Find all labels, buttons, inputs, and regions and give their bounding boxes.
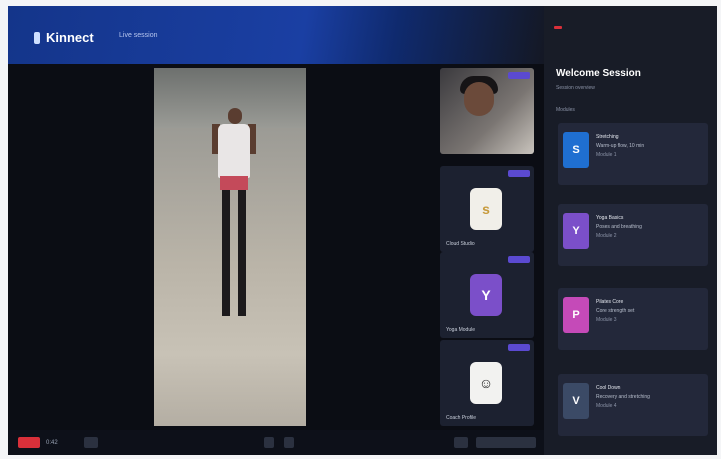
participant-tile[interactable]: s Cloud Studio xyxy=(440,166,534,252)
module-title: Pilates Core xyxy=(596,299,624,305)
participant-badge xyxy=(508,170,530,177)
participant-badge xyxy=(508,256,530,263)
screen-share-icon[interactable] xyxy=(284,437,294,448)
yoga-app-icon: Y xyxy=(470,274,502,316)
module-description: Core strength set xyxy=(596,308,635,314)
module-description: Warm-up flow, 10 min xyxy=(596,143,645,149)
panel-title: Welcome Session xyxy=(556,68,641,79)
participant-name: Yoga Module xyxy=(446,327,476,333)
top-bar: Kinnect Live session xyxy=(8,6,544,64)
cloud-app-icon: s xyxy=(470,188,502,230)
module-card[interactable]: Y Yoga Basics Poses and breathing Module… xyxy=(558,204,708,266)
module-meta: Module 3 xyxy=(596,317,617,323)
module-meta: Module 4 xyxy=(596,403,617,409)
module-card[interactable]: S Stretching Warm-up flow, 10 min Module… xyxy=(558,123,708,185)
module-card[interactable]: P Pilates Core Core strength set Module … xyxy=(558,288,708,350)
section-label: Modules xyxy=(556,107,575,113)
module-meta: Module 2 xyxy=(596,233,617,239)
module-card[interactable]: V Cool Down Recovery and stretching Modu… xyxy=(558,374,708,436)
module-title: Yoga Basics xyxy=(596,215,624,221)
timer: 0:42 xyxy=(46,440,58,446)
module-description: Poses and breathing xyxy=(596,224,642,230)
video-stage: Kinnect Live session s Cloud Studio Y Yo… xyxy=(8,6,544,455)
record-button[interactable] xyxy=(18,437,40,448)
module-title: Cool Down xyxy=(596,385,621,391)
panel-indicator xyxy=(554,26,562,29)
main-video[interactable] xyxy=(154,68,306,426)
module-meta: Module 1 xyxy=(596,152,617,158)
participant-tile[interactable]: ☺ Coach Profile xyxy=(440,340,534,426)
camera-toggle-icon[interactable] xyxy=(84,437,98,448)
participant-name: Cloud Studio xyxy=(446,241,475,247)
module-title: Stretching xyxy=(596,134,619,140)
app-logo[interactable]: Kinnect xyxy=(34,30,94,45)
participant-name: Coach Profile xyxy=(446,415,477,421)
bottom-controls: 0:42 xyxy=(8,430,544,455)
participant-tile[interactable]: Y Yoga Module xyxy=(440,252,534,338)
module-icon: V xyxy=(563,383,589,419)
profile-app-icon: ☺ xyxy=(470,362,502,404)
module-icon: Y xyxy=(563,213,589,249)
participant-badge xyxy=(508,344,530,351)
session-panel: Welcome Session Session overview Modules… xyxy=(544,6,717,455)
participant-badge xyxy=(508,72,530,79)
mic-toggle-icon[interactable] xyxy=(264,437,274,448)
panel-subtitle: Session overview xyxy=(556,85,595,91)
session-label: Live session xyxy=(119,32,158,39)
app-name: Kinnect xyxy=(46,30,94,45)
module-description: Recovery and stretching xyxy=(596,394,650,400)
leave-button[interactable] xyxy=(476,437,536,448)
module-icon: P xyxy=(563,297,589,333)
logo-icon xyxy=(34,31,40,44)
participant-camera xyxy=(440,68,534,154)
layout-button[interactable] xyxy=(454,437,468,448)
module-icon: S xyxy=(563,132,589,168)
participant-tile[interactable] xyxy=(440,68,534,154)
app-window: Kinnect Live session s Cloud Studio Y Yo… xyxy=(8,6,717,455)
